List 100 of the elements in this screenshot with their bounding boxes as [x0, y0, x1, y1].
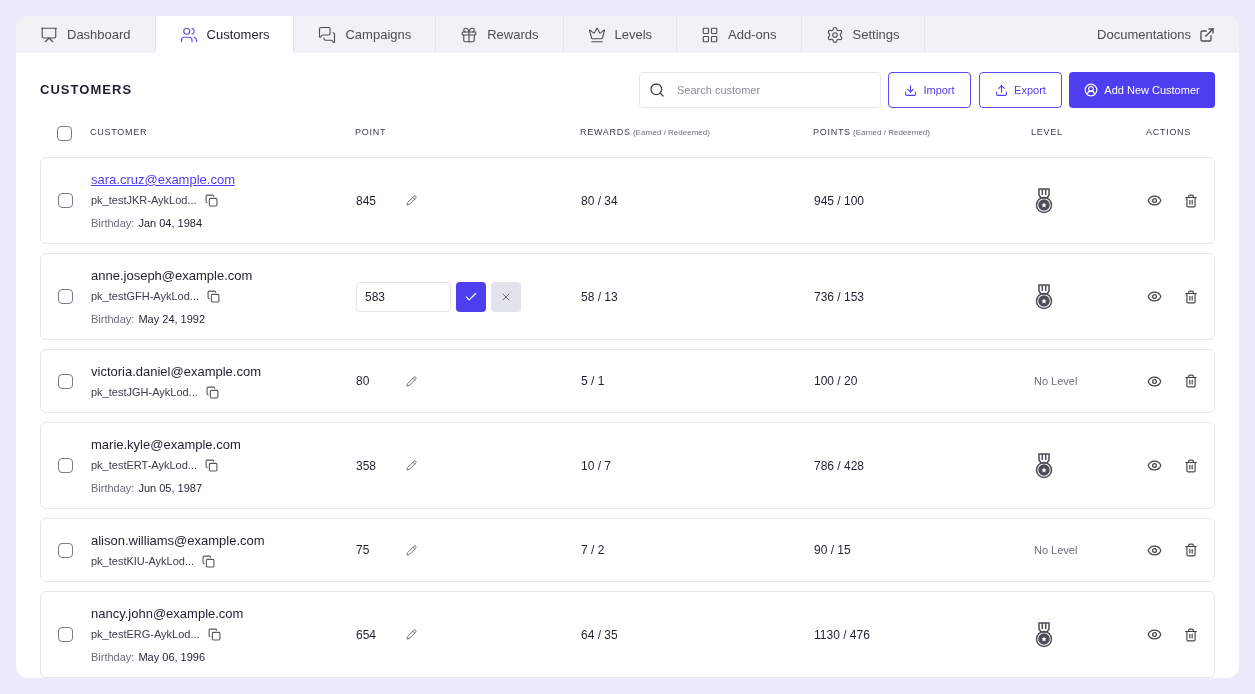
point-value: 80 [356, 373, 371, 390]
checkbox[interactable] [58, 193, 73, 208]
point-value: 75 [356, 542, 371, 559]
users-icon [179, 25, 198, 44]
pencil-icon[interactable] [406, 544, 417, 556]
point-value: 654 [356, 626, 378, 644]
checkbox[interactable] [58, 289, 73, 304]
nav-tab[interactable]: Levels [563, 16, 678, 53]
add-customer-button[interactable]: Add New Customer [1069, 72, 1215, 108]
customer-email: anne.joseph@example.com [91, 266, 253, 285]
view-icon[interactable] [1147, 373, 1162, 389]
delete-icon[interactable] [1184, 543, 1198, 557]
birthday-label: Birthday: [91, 649, 135, 665]
customer-email-link[interactable]: sara.cruz@example.com [91, 169, 235, 190]
medal-icon [1034, 452, 1054, 479]
rewards-value: 80 / 34 [581, 192, 618, 210]
checkbox[interactable] [57, 125, 72, 141]
nav-tab[interactable]: Campaigns [294, 16, 437, 53]
customer-email: marie.kyle@example.com [91, 435, 241, 454]
delete-icon[interactable] [1184, 193, 1198, 208]
copy-icon[interactable] [204, 194, 218, 207]
points-value: 786 / 428 [814, 457, 865, 475]
copy-icon[interactable] [205, 385, 219, 399]
search-field[interactable]: Search customer [639, 72, 881, 108]
search-icon [649, 82, 665, 98]
point-value: 845 [356, 192, 378, 210]
copy-icon[interactable] [207, 628, 221, 641]
api-key: pk_testERG-AykLod... [91, 626, 200, 643]
birthday-label: Birthday: [91, 311, 135, 327]
customer-email: alison.williams@example.com [91, 531, 265, 550]
checkbox[interactable] [58, 627, 73, 642]
api-key: pk_testKIU-AykLod... [91, 553, 195, 570]
nav-tab[interactable]: Rewards [436, 16, 564, 53]
copy-icon[interactable] [207, 290, 220, 303]
nav-tab[interactable]: Settings [801, 16, 925, 53]
crown-icon [587, 25, 606, 44]
api-key: pk_testJGH-AykLod... [91, 384, 198, 401]
customer-email: victoria.daniel@example.com [91, 362, 261, 381]
nav-tab[interactable]: Customers [155, 16, 295, 53]
column-header: CUSTOMER [90, 126, 149, 140]
confirm-button[interactable] [456, 281, 486, 312]
rewards-value: 58 / 13 [581, 288, 618, 306]
pencil-icon[interactable] [406, 195, 417, 206]
view-icon[interactable] [1147, 458, 1162, 473]
checkbox[interactable] [58, 542, 73, 558]
points-value: 90 / 15 [814, 542, 851, 559]
copy-icon[interactable] [202, 554, 216, 568]
customer-email: nancy.john@example.com [91, 604, 244, 623]
nav-tab[interactable]: Add-ons [677, 16, 802, 53]
import-button[interactable]: Import [888, 72, 971, 108]
view-icon[interactable] [1147, 542, 1162, 558]
medal-icon [1034, 283, 1054, 310]
page-title: CUSTOMERS [40, 81, 133, 100]
delete-icon[interactable] [1184, 627, 1198, 642]
level-text: No Level [1034, 373, 1078, 389]
settings-icon [825, 25, 844, 44]
column-header: REWARDS (Earned / Redeemed) [580, 126, 711, 140]
delete-icon[interactable] [1184, 374, 1198, 388]
pencil-icon[interactable] [406, 460, 417, 471]
api-key: pk_testJKR-AykLod... [91, 192, 197, 209]
upload-icon [995, 83, 1009, 97]
export-button[interactable]: Export [979, 72, 1062, 108]
delete-icon[interactable] [1184, 289, 1198, 304]
rewards-value: 5 / 1 [581, 373, 605, 390]
level-text: No Level [1034, 542, 1078, 558]
api-key: pk_testERT-AykLod... [91, 457, 197, 474]
medal-icon [1034, 187, 1054, 214]
medal-icon [1034, 621, 1054, 648]
chat-icon [318, 25, 337, 44]
column-header: POINTS (Earned / Redeemed) [813, 126, 931, 140]
checkbox[interactable] [58, 373, 73, 389]
view-icon[interactable] [1147, 193, 1162, 208]
pencil-icon[interactable] [406, 629, 417, 640]
birthday-date: May 24, 1992 [138, 311, 206, 327]
copy-icon[interactable] [205, 459, 218, 472]
documentation-link[interactable]: Documentations [1097, 16, 1239, 53]
points-value: 1130 / 476 [814, 626, 870, 644]
delete-icon[interactable] [1184, 458, 1198, 473]
external-link-icon [1199, 26, 1215, 43]
api-key: pk_testGFH-AykLod... [91, 288, 199, 305]
column-header: ACTIONS [1146, 126, 1193, 140]
presentation-icon [40, 25, 58, 44]
view-icon[interactable] [1147, 627, 1162, 642]
points-value: 736 / 153 [814, 288, 865, 306]
gift-icon [460, 25, 479, 44]
birthday-label: Birthday: [91, 480, 135, 496]
points-value: 945 / 100 [814, 192, 865, 210]
rewards-value: 64 / 35 [581, 626, 618, 644]
download-icon [904, 83, 918, 97]
nav-tab[interactable]: Dashboard [16, 16, 156, 53]
pencil-icon[interactable] [406, 375, 417, 387]
user-circle-icon [1084, 83, 1099, 97]
view-icon[interactable] [1147, 289, 1162, 304]
birthday-label: Birthday: [91, 215, 135, 231]
checkbox[interactable] [58, 458, 73, 473]
point-value: 358 [356, 457, 378, 475]
birthday-date: Jan 04, 1984 [138, 215, 203, 231]
point-input[interactable]: 583 [356, 281, 451, 312]
rewards-value: 10 / 7 [581, 457, 612, 475]
birthday-date: Jun 05, 1987 [138, 480, 203, 496]
